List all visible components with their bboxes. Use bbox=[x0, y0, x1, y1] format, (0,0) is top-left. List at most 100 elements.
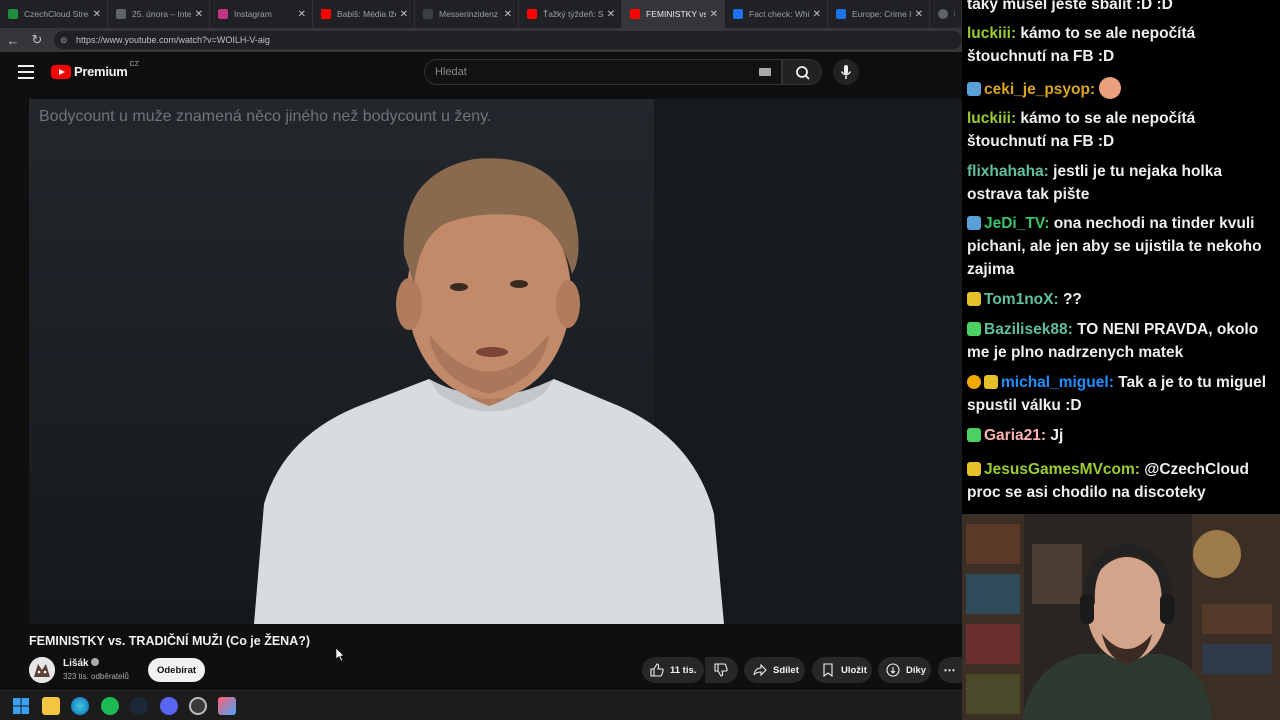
logo-region: CZ bbox=[129, 61, 139, 68]
address-bar[interactable]: ⊜ https://www.youtube.com/watch?v=WOILH-… bbox=[54, 31, 962, 49]
webcam-feed bbox=[962, 514, 1280, 720]
close-icon[interactable]: ✕ bbox=[915, 9, 923, 20]
share-button[interactable]: Sdílet bbox=[744, 657, 805, 683]
browser-window: CzechCloud Strea✕ 25. února – Interv✕ In… bbox=[0, 0, 962, 690]
save-button[interactable]: Uložit bbox=[812, 657, 872, 683]
chat-username[interactable]: JeDi_TV bbox=[984, 215, 1044, 232]
microphone-icon bbox=[840, 65, 852, 79]
thanks-button[interactable]: Díky bbox=[878, 657, 931, 683]
chat-username[interactable]: luckiii bbox=[967, 25, 1011, 42]
chat-username[interactable]: michal_miguel bbox=[1001, 374, 1109, 391]
sub-badge-icon bbox=[967, 322, 981, 336]
subscribe-button[interactable]: Odebírat bbox=[148, 658, 205, 682]
app-icon[interactable] bbox=[218, 697, 236, 715]
sub-badge-icon bbox=[984, 375, 998, 389]
video-frame-person bbox=[254, 158, 724, 624]
tab-ma[interactable]: Ma bbox=[930, 0, 962, 28]
close-icon[interactable]: ✕ bbox=[93, 9, 101, 20]
dislike-button[interactable] bbox=[705, 657, 738, 683]
back-arrow-icon[interactable]: ← bbox=[2, 33, 24, 48]
video-player[interactable]: Bodycount u muže znamená něco jiného než… bbox=[29, 99, 962, 624]
close-icon[interactable]: ✕ bbox=[298, 9, 306, 20]
chat-username[interactable]: Tom1noX bbox=[984, 291, 1053, 308]
chat-message: flixhahaha: jestli je tu nejaka holka os… bbox=[967, 163, 1222, 203]
chat-message: Garia21: Jj bbox=[967, 424, 1275, 447]
webcam-frame bbox=[962, 514, 1280, 720]
tab-babis[interactable]: Babiš: Média lžou✕ bbox=[313, 0, 415, 28]
site-info-icon[interactable]: ⊜ bbox=[60, 35, 70, 46]
save-label: Uložit bbox=[841, 664, 867, 676]
edge-browser-icon[interactable] bbox=[71, 697, 89, 715]
close-icon[interactable]: ✕ bbox=[607, 9, 615, 20]
tab-favicon bbox=[423, 9, 433, 19]
voice-search-button[interactable] bbox=[833, 59, 859, 85]
tab-messerinzidenz[interactable]: Messerinzidenz ✕ bbox=[415, 0, 519, 28]
tab-fact-check[interactable]: Fact check: Which✕ bbox=[725, 0, 828, 28]
windows-start-icon[interactable] bbox=[12, 697, 30, 715]
chat-panel: taky musel ještě sbalit :D :D luckiii: k… bbox=[962, 0, 1280, 514]
tab-czechcloud[interactable]: CzechCloud Strea ✕ bbox=[0, 0, 108, 28]
close-icon[interactable]: ✕ bbox=[504, 9, 512, 20]
like-button[interactable]: 11 tis. bbox=[642, 657, 704, 683]
close-icon[interactable]: ✕ bbox=[400, 9, 408, 20]
discord-icon[interactable] bbox=[160, 697, 178, 715]
chat-username[interactable]: luckiii bbox=[967, 110, 1011, 127]
video-caption: Bodycount u muže znamená něco jiného než… bbox=[39, 108, 492, 125]
message-text: Jj bbox=[1050, 427, 1064, 444]
chat-message: JesusGamesMVcom: @CzechCloud proc se asi… bbox=[967, 461, 1249, 501]
thanks-label: Díky bbox=[906, 664, 927, 676]
sub-badge-icon bbox=[967, 462, 981, 476]
close-icon[interactable]: ✕ bbox=[710, 9, 718, 20]
fox-logo-icon bbox=[29, 657, 55, 683]
chat-username[interactable]: flixhahaha bbox=[967, 163, 1044, 180]
tab-instagram[interactable]: Instagram ✕ bbox=[210, 0, 313, 28]
youtube-icon bbox=[527, 9, 537, 19]
youtube-header: Premium CZ Hledat bbox=[0, 52, 962, 96]
chat-username[interactable]: Bazilisek88 bbox=[984, 321, 1068, 338]
face-emote-icon bbox=[1099, 77, 1122, 99]
file-explorer-icon[interactable] bbox=[42, 697, 60, 715]
chat-username[interactable]: ceki_je_psyop bbox=[984, 81, 1090, 98]
thanks-icon bbox=[886, 663, 900, 677]
keyboard-icon[interactable] bbox=[759, 68, 771, 76]
tab-favicon bbox=[116, 9, 126, 19]
tab-tazky-tyzden[interactable]: Ťažký týždeň: Slov✕ bbox=[519, 0, 622, 28]
channel-name[interactable]: Lišák bbox=[63, 658, 100, 669]
sub-badge-icon bbox=[967, 82, 981, 96]
tab-favicon bbox=[938, 9, 948, 19]
gift-badge-icon bbox=[967, 375, 981, 389]
tab-favicon bbox=[8, 9, 18, 19]
tab-feministky[interactable]: FEMINISTKY vs. TR✕ bbox=[622, 0, 725, 28]
reload-icon[interactable]: ↻ bbox=[26, 32, 48, 48]
tab-europe-crime[interactable]: Europe: Crime Ind✕ bbox=[828, 0, 930, 28]
chat-username[interactable]: Garia21 bbox=[984, 427, 1041, 444]
tab-favicon bbox=[836, 9, 846, 19]
message-text: ?? bbox=[1062, 291, 1082, 308]
spotify-icon[interactable] bbox=[101, 697, 119, 715]
youtube-logo[interactable]: Premium CZ bbox=[51, 61, 139, 79]
chat-message: ceki_je_psyop: bbox=[967, 77, 1275, 101]
more-actions-button[interactable]: ⋯ bbox=[938, 657, 962, 683]
settings-app-icon[interactable] bbox=[189, 697, 207, 715]
address-bar-row: ← ↻ ⊜ https://www.youtube.com/watch?v=WO… bbox=[0, 28, 962, 52]
search-icon bbox=[796, 66, 810, 80]
sub-badge-icon bbox=[967, 216, 981, 230]
menu-icon[interactable] bbox=[18, 65, 34, 79]
steam-icon[interactable] bbox=[130, 697, 148, 715]
thumbs-up-icon bbox=[650, 663, 664, 677]
thumbs-down-icon bbox=[714, 663, 728, 677]
share-label: Sdílet bbox=[773, 664, 799, 676]
subscriber-count: 323 tis. odběratelů bbox=[63, 672, 129, 681]
chat-message: luckiii: kámo to se ale nepočítá štouchn… bbox=[967, 25, 1196, 65]
chat-message: Tom1noX: ?? bbox=[967, 288, 1275, 311]
like-count: 11 tis. bbox=[670, 664, 697, 676]
search-button[interactable] bbox=[782, 59, 822, 85]
tab-interview[interactable]: 25. února – Interv✕ bbox=[108, 0, 210, 28]
close-icon[interactable]: ✕ bbox=[195, 9, 203, 20]
close-icon[interactable]: ✕ bbox=[813, 9, 821, 20]
screen: { "browser": { "tabs": [ {"label": "Czec… bbox=[0, 0, 1280, 720]
search-input[interactable]: Hledat bbox=[424, 59, 782, 85]
channel-avatar[interactable] bbox=[29, 657, 55, 683]
chat-username[interactable]: JesusGamesMVcom bbox=[984, 461, 1135, 478]
sub-badge-icon bbox=[967, 428, 981, 442]
